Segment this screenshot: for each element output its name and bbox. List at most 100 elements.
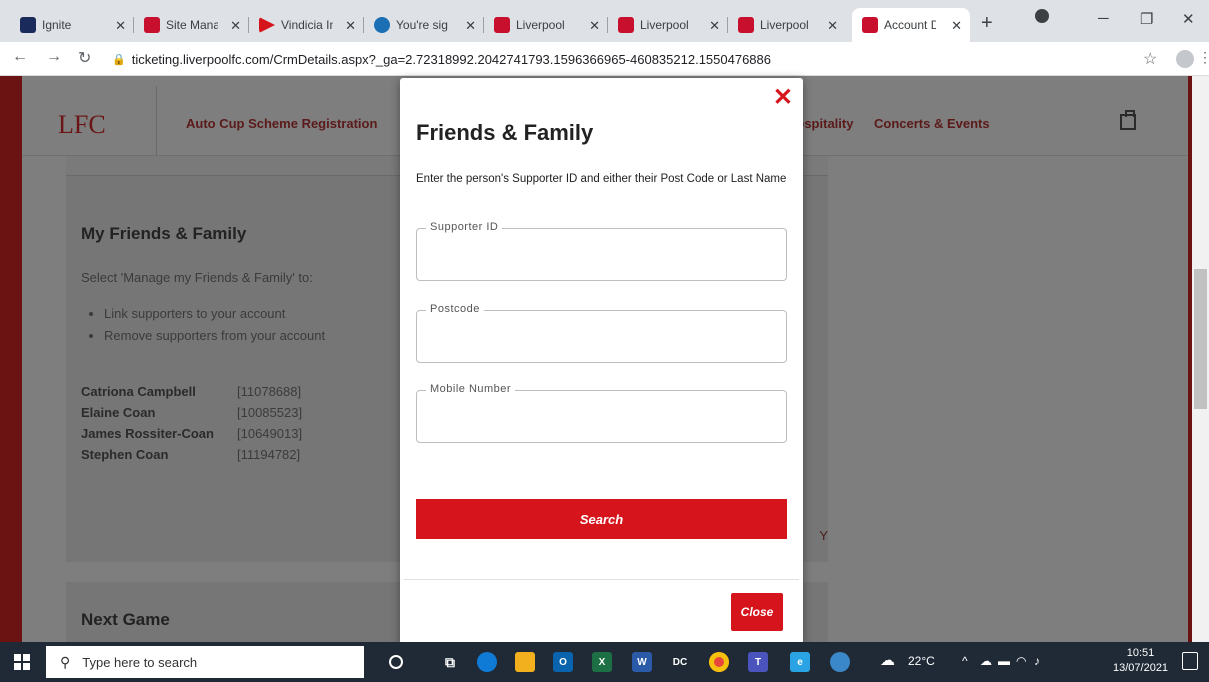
close-tab-icon[interactable]: ✕	[115, 18, 126, 34]
browser-tab[interactable]: Liverpool S ✕	[728, 8, 846, 42]
excel-icon[interactable]: X	[592, 652, 612, 672]
cortana-icon[interactable]	[389, 655, 403, 669]
new-tab-icon[interactable]: +	[981, 12, 993, 35]
taskbar-search-box[interactable]: ⚲ Type here to search	[46, 646, 364, 678]
field-label: Mobile Number	[426, 383, 516, 395]
friend-id: [11194782]	[237, 447, 301, 462]
edge-icon[interactable]	[477, 652, 497, 672]
notification-icon[interactable]	[1182, 652, 1198, 670]
volume-icon[interactable]: ♪	[1034, 654, 1040, 668]
card-title: Next Game	[81, 610, 170, 629]
extension-icon[interactable]	[1035, 9, 1049, 23]
browser-tab[interactable]: Liverpool S ✕	[608, 8, 728, 42]
reload-icon[interactable]: ↻	[78, 48, 91, 68]
task-view-icon[interactable]: ⧉	[440, 652, 460, 672]
chrome-icon[interactable]	[709, 652, 729, 672]
app-icon[interactable]	[830, 652, 850, 672]
friend-name: Stephen Coan	[81, 447, 169, 462]
search-button[interactable]: Search	[416, 499, 787, 539]
onedrive-icon[interactable]: ☁	[980, 654, 992, 668]
word-icon[interactable]: W	[632, 652, 652, 672]
system-clock[interactable]: 10:51 13/07/2021	[1113, 646, 1168, 676]
lock-icon: 🔒	[112, 53, 126, 66]
lfc-favicon-icon	[738, 17, 754, 33]
tab-title: Ignite	[42, 18, 72, 32]
tab-title: Vindicia Int	[281, 18, 333, 32]
postcode-input[interactable]	[429, 327, 769, 349]
tab-title: You're signe	[396, 18, 448, 32]
dynamics-icon[interactable]: DC	[670, 652, 690, 672]
forward-icon[interactable]: →	[46, 48, 62, 66]
url-text: ticketing.liverpoolfc.com/CrmDetails.asp…	[131, 51, 771, 67]
modal-close-icon[interactable]: ✕	[773, 86, 793, 110]
tab-title: Account De	[884, 18, 936, 32]
modal-title: Friends & Family	[416, 120, 594, 145]
mobile-number-field[interactable]: Mobile Number	[416, 383, 787, 443]
close-tab-icon[interactable]: ✕	[709, 18, 720, 34]
address-bar[interactable]: 🔒 ticketing.liverpoolfc.com/CrmDetails.a…	[112, 46, 1092, 72]
close-button[interactable]: Close	[731, 593, 783, 631]
internet-explorer-icon[interactable]: e	[790, 652, 810, 672]
modal-instruction: Enter the person's Supporter ID and eith…	[416, 173, 787, 185]
close-tab-icon[interactable]: ✕	[230, 18, 241, 34]
lfc-favicon-icon	[618, 17, 634, 33]
supporter-id-field[interactable]: Supporter ID	[416, 221, 787, 281]
onedrive-favicon-icon	[374, 17, 390, 33]
search-icon: ⚲	[60, 653, 71, 670]
battery-icon[interactable]: ▬	[998, 654, 1010, 668]
browser-tab[interactable]: You're signe ✕	[364, 8, 484, 42]
postcode-field[interactable]: Postcode	[416, 303, 787, 363]
window-close-icon[interactable]: ✕	[1182, 10, 1195, 28]
tab-title: Site Manag	[166, 18, 218, 32]
basket-icon[interactable]	[1120, 110, 1136, 130]
weather-temp[interactable]: 22°C	[908, 654, 935, 668]
file-explorer-icon[interactable]	[515, 652, 535, 672]
card-intro: Select 'Manage my Friends & Family' to:	[81, 270, 313, 285]
tab-title: Liverpool S	[640, 18, 692, 32]
field-label: Supporter ID	[426, 221, 503, 233]
friend-name: Elaine Coan	[81, 405, 156, 420]
bookmark-star-icon[interactable]: ☆	[1143, 49, 1157, 69]
profile-avatar[interactable]	[1176, 50, 1194, 68]
close-tab-icon[interactable]: ✕	[951, 18, 962, 34]
close-tab-icon[interactable]: ✕	[465, 18, 476, 34]
card-title: My Friends & Family	[81, 224, 247, 243]
browser-tab[interactable]: Vindicia Int ✕	[249, 8, 364, 42]
friend-id: [11078688]	[237, 384, 302, 399]
close-tab-icon[interactable]: ✕	[345, 18, 356, 34]
windows-start-icon[interactable]	[14, 654, 30, 670]
lfc-logo[interactable]: LFC	[58, 110, 106, 140]
tray-chevron-icon[interactable]: ^	[962, 654, 968, 668]
friend-name: Catriona Campbell	[81, 384, 196, 399]
outlook-icon[interactable]: O	[553, 652, 573, 672]
supporter-id-input[interactable]	[429, 245, 769, 267]
ignite-favicon-icon	[20, 17, 36, 33]
manage-friends-link[interactable]: Y	[819, 528, 828, 543]
menu-kebab-icon[interactable]: ⋮	[1198, 49, 1209, 66]
lfc-favicon-icon	[494, 17, 510, 33]
back-icon[interactable]: ←	[12, 48, 28, 66]
scrollbar-thumb[interactable]	[1194, 269, 1207, 409]
browser-tab[interactable]: Liverpool S ✕	[484, 8, 608, 42]
mobile-number-input[interactable]	[429, 407, 769, 429]
close-tab-icon[interactable]: ✕	[827, 18, 838, 34]
restore-icon[interactable]: ❐	[1140, 10, 1153, 28]
search-placeholder: Type here to search	[82, 654, 198, 670]
close-tab-icon[interactable]: ✕	[589, 18, 600, 34]
browser-tab[interactable]: Site Manag ✕	[134, 8, 249, 42]
header-divider	[156, 86, 157, 156]
tab-title: Liverpool S	[760, 18, 812, 32]
wifi-icon[interactable]: ◠	[1016, 654, 1026, 668]
browser-tab-active[interactable]: Account De ✕	[852, 8, 970, 42]
browser-tab[interactable]: Ignite ✕	[10, 8, 134, 42]
windows-taskbar: ⚲ Type here to search ⧉ O X W DC T e ☁ 2…	[0, 642, 1209, 682]
nav-auto-cup-scheme[interactable]: Auto Cup Scheme Registration	[186, 116, 377, 131]
field-label: Postcode	[426, 303, 484, 315]
list-item: Link supporters to your account	[104, 306, 325, 321]
friend-name: James Rossiter-Coan	[81, 426, 214, 441]
teams-icon[interactable]: T	[748, 652, 768, 672]
page-scrollbar[interactable]	[1192, 76, 1209, 642]
clock-date: 13/07/2021	[1113, 662, 1169, 674]
minimize-icon[interactable]: ─	[1098, 10, 1109, 27]
nav-concerts-events[interactable]: Concerts & Events	[874, 116, 990, 131]
